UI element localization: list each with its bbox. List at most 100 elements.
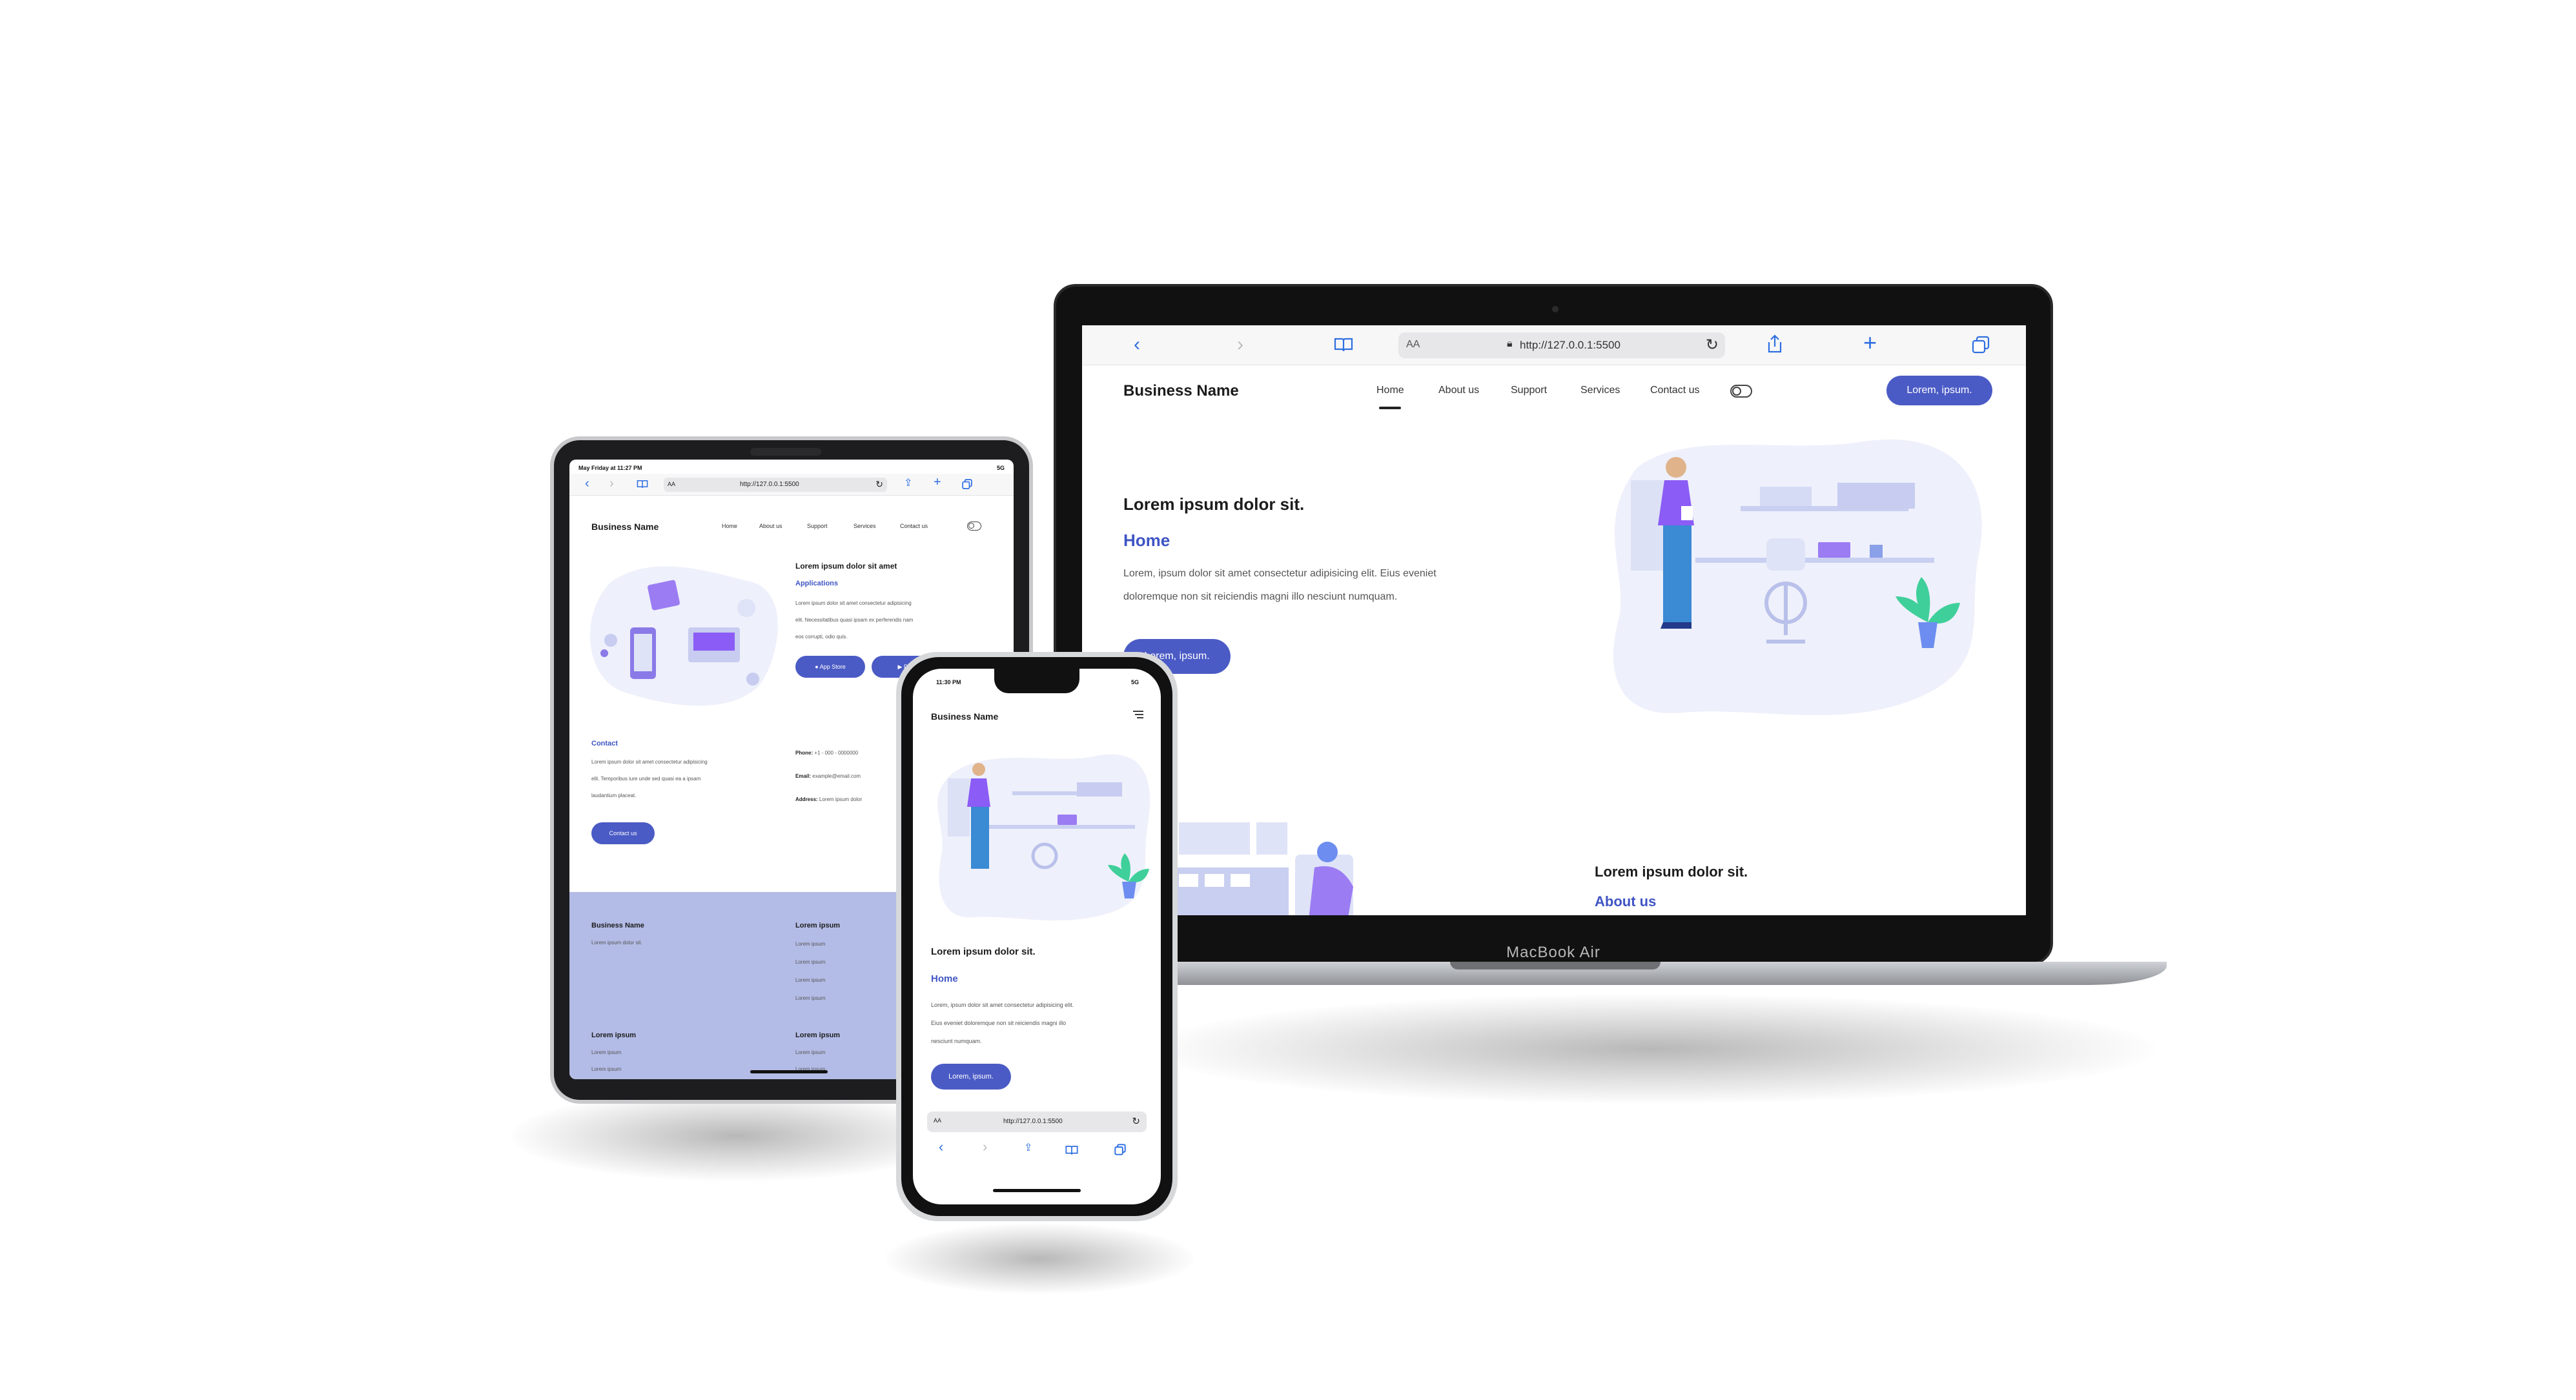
tablet-apps-subtitle: Applications (795, 580, 839, 587)
nav-link-support[interactable]: Support (1511, 385, 1547, 396)
tablet-shadow (510, 1091, 962, 1181)
email-info: Email: example@email.com (795, 773, 861, 779)
nav-link-home[interactable]: Home (1376, 385, 1404, 396)
hamburger-menu-icon[interactable] (1132, 710, 1144, 722)
reload-icon[interactable]: ↻ (1706, 336, 1719, 354)
tablet-nav-about[interactable]: About us (759, 523, 782, 529)
footer-col2-title: Lorem ipsum (591, 1031, 637, 1039)
phone-screen: 11:30 PM 5G Business Name Lorem ipsum do… (913, 669, 1161, 1204)
laptop-screen: ‹ › AA 🔒︎ http://127.0.0.1:5500 ↻ + Busi… (1082, 325, 2026, 915)
forward-chevron-icon[interactable]: › (1237, 335, 1243, 354)
hero-text-line-2: doloremque non sit reiciendis magni illo… (1123, 591, 1398, 602)
share-icon[interactable]: ⇪ (1024, 1141, 1032, 1154)
forward-chevron-icon[interactable]: › (609, 476, 614, 491)
header-cta-button[interactable]: Lorem, ipsum. (1886, 376, 1992, 405)
laptop-shadow (1149, 994, 2156, 1104)
phone-home-indicator (993, 1189, 1081, 1192)
footer-brand-sub: Lorem ipsum dolor sit. (591, 940, 642, 946)
phone-url-text: http://127.0.0.1:5500 (1003, 1118, 1063, 1125)
bookmarks-icon[interactable] (637, 480, 648, 492)
email-value: example@email.com (812, 773, 861, 779)
theme-toggle[interactable] (1730, 385, 1752, 398)
new-tab-plus-icon[interactable]: + (934, 475, 941, 490)
footer-col1-title: Lorem ipsum (795, 922, 841, 929)
reload-icon[interactable]: ↻ (1132, 1115, 1140, 1127)
tabs-overview-icon[interactable] (1114, 1144, 1126, 1159)
bookmarks-icon[interactable] (1334, 337, 1353, 358)
tablet-nav-services[interactable]: Services (854, 523, 876, 529)
phone-value: +1 - 000 - 0000000 (814, 750, 859, 756)
footer-col2-item[interactable]: Lorem ipsum (591, 1066, 621, 1072)
nav-active-indicator (1379, 407, 1401, 409)
phone-hero-title: Lorem ipsum dolor sit. (931, 946, 1036, 957)
phone-status-time: 11:30 PM (936, 679, 961, 685)
brand-logo-text[interactable]: Business Name (1123, 382, 1239, 400)
phone-notch (994, 669, 1079, 693)
tablet-status-signal: 5G (996, 465, 1005, 471)
hero-office-illustration (1613, 439, 1982, 715)
phone-status-signal: 5G (1130, 679, 1139, 685)
nav-link-about[interactable]: About us (1438, 385, 1479, 396)
phone-brand-logo[interactable]: Business Name (931, 711, 998, 722)
tablet-apps-text-3: eos corrupti, odio quis. (795, 634, 848, 640)
footer-col1-item[interactable]: Lorem ipsum (795, 959, 825, 965)
contact-us-button[interactable]: Contact us (591, 822, 655, 844)
tablet-apps-text-2: elit. Necessitatibus quasi ipsam ex perf… (795, 617, 914, 623)
tablet-nav-contact[interactable]: Contact us (900, 523, 928, 529)
back-chevron-icon[interactable]: ‹ (939, 1139, 943, 1155)
tablet-contact-title: Contact (591, 740, 618, 747)
forward-chevron-icon[interactable]: › (983, 1139, 987, 1155)
tablet-apps-illustration (589, 566, 778, 706)
share-icon[interactable] (1766, 334, 1783, 358)
footer-col2-item[interactable]: Lorem ipsum (591, 1050, 621, 1055)
tablet-url-bar[interactable]: AA http://127.0.0.1:5500 ↻ (664, 478, 887, 492)
laptop-url-text: http://127.0.0.1:5500 (1520, 339, 1620, 351)
hero-subtitle: Home (1123, 531, 1170, 550)
reader-aa-button[interactable]: AA (668, 481, 675, 487)
tablet-browser-toolbar: ‹ › AA http://127.0.0.1:5500 ↻ ⇪ + (569, 474, 1014, 496)
tabs-overview-icon[interactable] (1972, 336, 1990, 358)
laptop-url-bar[interactable]: AA 🔒︎ http://127.0.0.1:5500 ↻ (1398, 332, 1725, 358)
footer-col1-item[interactable]: Lorem ipsum (795, 977, 825, 983)
address-info: Address: Lorem ipsum dolor (795, 796, 862, 802)
app-store-label: App Store (819, 664, 846, 670)
phone-url-bar[interactable]: AA http://127.0.0.1:5500 ↻ (927, 1111, 1147, 1132)
phone-label: Phone: (795, 750, 813, 756)
lock-icon: 🔒︎ (1507, 338, 1513, 349)
footer-col1-item[interactable]: Lorem ipsum (795, 941, 825, 947)
tablet-nav-support[interactable]: Support (807, 523, 828, 529)
bookmarks-icon[interactable] (1065, 1145, 1078, 1159)
nav-link-services[interactable]: Services (1580, 385, 1620, 396)
phone-hero-button[interactable]: Lorem, ipsum. (931, 1064, 1011, 1090)
tablet-url-text: http://127.0.0.1:5500 (740, 481, 799, 488)
new-tab-plus-icon[interactable]: + (1863, 331, 1877, 354)
footer-col3-item[interactable]: Lorem ipsum (795, 1050, 825, 1055)
reload-icon[interactable]: ↻ (875, 479, 883, 490)
hero-text-line-1: Lorem, ipsum dolor sit amet consectetur … (1123, 568, 1436, 579)
footer-col1-item[interactable]: Lorem ipsum (795, 995, 825, 1001)
about-title: Lorem ipsum dolor sit. (1595, 864, 1748, 880)
tablet-apps-text-1: Lorem ipsum dolor sit amet consectetur a… (795, 600, 912, 606)
laptop-browser-toolbar: ‹ › AA 🔒︎ http://127.0.0.1:5500 ↻ + (1082, 325, 2026, 365)
tablet-theme-toggle[interactable] (967, 522, 981, 531)
tablet-nav-home[interactable]: Home (722, 523, 737, 529)
phone-device: 11:30 PM 5G Business Name Lorem ipsum do… (896, 652, 1178, 1221)
laptop-base-notch (1450, 962, 1661, 969)
phone-hero-text-1: Lorem, ipsum dolor sit amet consectetur … (931, 1002, 1074, 1008)
back-chevron-icon[interactable]: ‹ (585, 476, 589, 491)
footer-col3-title: Lorem ipsum (795, 1031, 841, 1039)
share-icon[interactable]: ⇪ (904, 476, 912, 489)
phone-hero-text-3: nesciunt numquam. (931, 1038, 982, 1044)
back-chevron-icon[interactable]: ‹ (1134, 335, 1140, 354)
nav-link-contact[interactable]: Contact us (1650, 385, 1699, 396)
tabs-overview-icon[interactable] (962, 479, 972, 492)
tablet-brand-logo[interactable]: Business Name (591, 522, 659, 532)
app-store-button[interactable]: ● App Store (795, 656, 865, 678)
address-value: Lorem ipsum dolor (819, 796, 863, 802)
reader-aa-button[interactable]: AA (934, 1117, 941, 1124)
hero-title: Lorem ipsum dolor sit. (1123, 494, 1305, 514)
apple-icon: ● (815, 664, 819, 670)
reader-aa-button[interactable]: AA (1406, 339, 1420, 350)
tablet-status-time: May Friday at 11:27 PM (578, 465, 642, 471)
phone-bezel: 11:30 PM 5G Business Name Lorem ipsum do… (901, 657, 1172, 1216)
